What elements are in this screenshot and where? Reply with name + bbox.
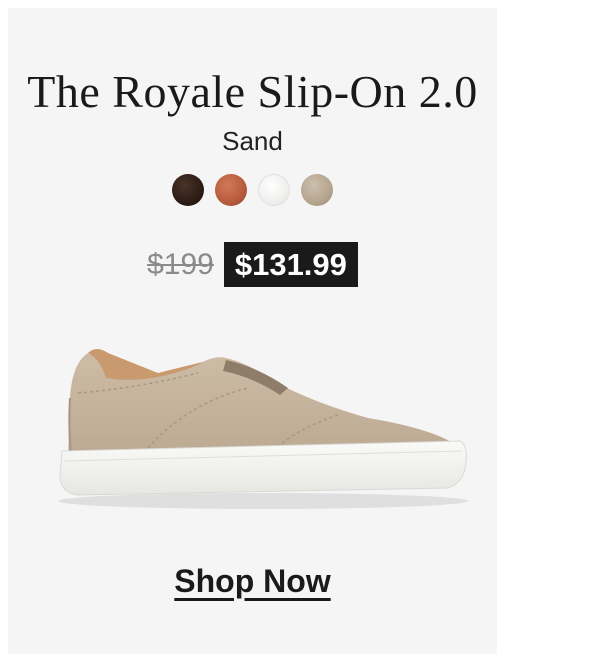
original-price: $199 [147, 247, 214, 281]
product-title: The Royale Slip-On 2.0 [27, 66, 478, 117]
shop-now-link[interactable]: Shop Now [174, 563, 330, 599]
product-card: The Royale Slip-On 2.0 Sand $199 $131.99 [8, 8, 497, 654]
price-row: $199 $131.99 [8, 242, 497, 287]
swatch-dark-brown[interactable] [172, 174, 204, 206]
sale-price-badge: $131.99 [223, 242, 358, 287]
swatch-white[interactable] [258, 174, 290, 206]
cta-container: Shop Now [8, 563, 497, 600]
color-swatch-group [8, 174, 497, 206]
product-color-name: Sand [222, 126, 283, 156]
swatch-sand[interactable] [301, 174, 333, 206]
product-image[interactable] [48, 333, 478, 523]
swatch-cognac[interactable] [215, 174, 247, 206]
